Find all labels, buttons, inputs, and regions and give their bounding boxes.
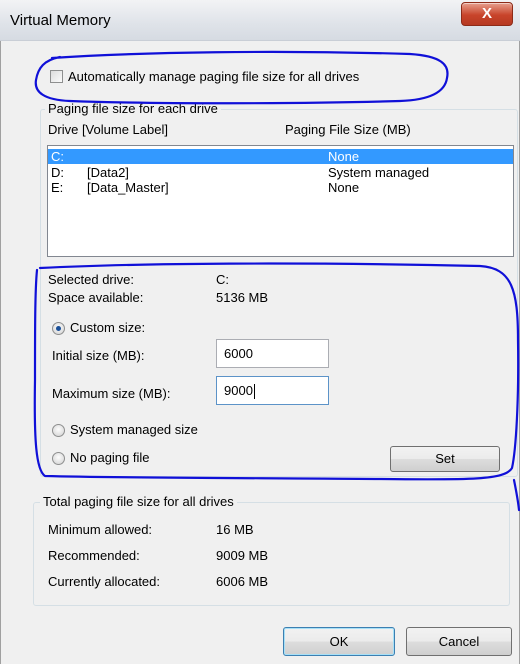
annotation-line-right xyxy=(512,478,520,512)
annotation-overlay xyxy=(33,50,520,512)
annotation-circle-custom-size xyxy=(33,262,520,481)
annotation-circle-checkbox xyxy=(34,50,449,105)
